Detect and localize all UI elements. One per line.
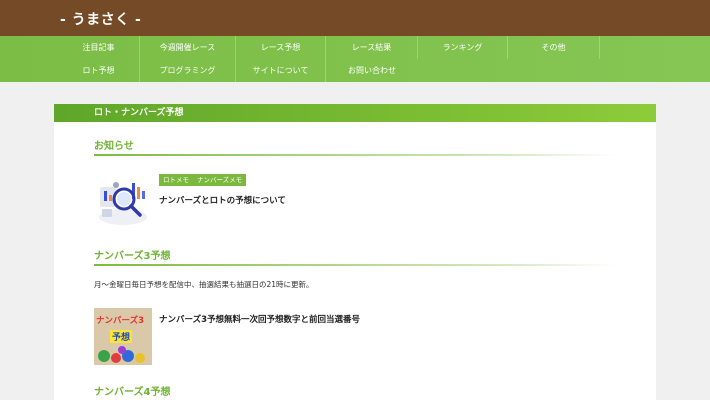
site-header: - うまさく - bbox=[0, 0, 710, 36]
nav-item-ranking[interactable]: ランキング bbox=[418, 36, 508, 59]
news-post-thumbnail[interactable] bbox=[94, 173, 152, 230]
news-heading-rule bbox=[94, 154, 616, 156]
global-nav: 注目記事 今週開催レース レース予想 レース結果 ランキング その他 ロト予想 … bbox=[0, 36, 710, 82]
nav-item-about-site[interactable]: サイトについて bbox=[236, 59, 326, 82]
nav-item-race-predictions[interactable]: レース予想 bbox=[236, 36, 326, 59]
numbers3-post-thumbnail[interactable]: ナンバーズ3 予想 bbox=[94, 308, 152, 365]
nav-item-others[interactable]: その他 bbox=[508, 36, 600, 59]
numbers4-heading: ナンバーズ4予想 bbox=[94, 387, 171, 398]
nav-item-race-results[interactable]: レース結果 bbox=[326, 36, 418, 59]
numbers3-heading: ナンバーズ3予想 bbox=[94, 251, 171, 262]
numbers3-thumbnail-text-1: ナンバーズ3 bbox=[96, 316, 144, 326]
nav-item-loto-prediction[interactable]: ロト予想 bbox=[58, 59, 140, 82]
nav-item-contact[interactable]: お問い合わせ bbox=[326, 59, 418, 82]
section-title-bar: ロト・ナンバーズ予想 bbox=[54, 104, 656, 122]
numbers3-description: 月〜金曜日毎日予想を配信中、抽選結果も抽選日の21時に更新。 bbox=[94, 280, 314, 289]
news-heading: お知らせ bbox=[94, 141, 134, 152]
nav-item-this-week-races[interactable]: 今週開催レース bbox=[140, 36, 236, 59]
nav-item-programming[interactable]: プログラミング bbox=[140, 59, 236, 82]
numbers3-heading-rule bbox=[94, 264, 616, 266]
main-content: ロト・ナンバーズ予想 お知らせ ロトメモ ナンバーズメモ ナンバーズとロトの予想… bbox=[54, 104, 656, 400]
category-tag-numbers-memo[interactable]: ナンバーズメモ bbox=[193, 174, 247, 186]
numbers3-thumbnail-text-2: 予想 bbox=[110, 330, 133, 343]
news-post-title[interactable]: ナンバーズとロトの予想について bbox=[159, 194, 286, 206]
numbers3-post-title[interactable]: ナンバーズ3予想無料一次回予想数字と前回当選番号 bbox=[159, 313, 360, 325]
site-title[interactable]: - うまさく - bbox=[60, 9, 141, 29]
category-tag-loto-memo[interactable]: ロトメモ bbox=[159, 174, 193, 186]
magnifier-illustration-icon bbox=[94, 173, 152, 230]
nav-item-featured[interactable]: 注目記事 bbox=[58, 36, 140, 59]
